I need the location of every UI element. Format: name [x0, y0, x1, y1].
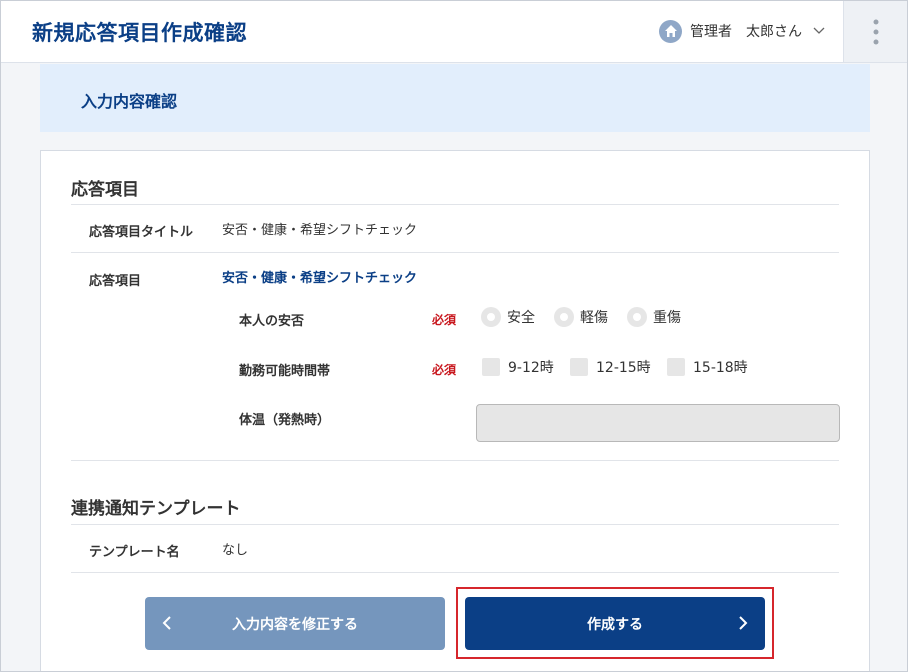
- question-label: 勤務可能時間帯: [239, 364, 331, 379]
- template-section-heading: 連携通知テンプレート: [71, 499, 241, 519]
- checkbox-option[interactable]: 12-15時: [570, 357, 651, 377]
- radio-button[interactable]: [554, 307, 574, 327]
- checkbox-option-label: 15-18時: [693, 360, 748, 376]
- radio-option-label: 重傷: [653, 310, 681, 326]
- radio-option[interactable]: 重傷: [627, 307, 681, 327]
- kebab-menu-icon[interactable]: [843, 1, 907, 62]
- template-name-label: テンプレート名: [89, 545, 180, 560]
- response-section-heading: 応答項目: [71, 180, 139, 200]
- divider: [71, 252, 839, 253]
- radio-button[interactable]: [627, 307, 647, 327]
- response-items-label: 応答項目: [89, 274, 142, 289]
- question-label: 体温（発熱時）: [239, 413, 331, 428]
- chevron-right-icon: [733, 614, 751, 632]
- user-role: 管理者: [690, 24, 732, 40]
- checkbox-option-label: 9-12時: [508, 360, 554, 376]
- create-button[interactable]: 作成する: [465, 597, 765, 650]
- chevron-left-icon: [159, 614, 177, 632]
- radio-option[interactable]: 安全: [481, 307, 535, 327]
- divider: [71, 204, 839, 205]
- header: 新規応答項目作成確認 管理者 太郎さん: [1, 1, 907, 63]
- section-banner: 入力内容確認: [40, 64, 870, 132]
- divider: [71, 524, 839, 525]
- divider: [71, 460, 839, 461]
- checkbox-option[interactable]: 15-18時: [667, 357, 748, 377]
- divider: [71, 572, 839, 573]
- checkbox[interactable]: [482, 358, 500, 376]
- user-menu[interactable]: 管理者 太郎さん: [659, 18, 826, 44]
- edit-input-button-label: 入力内容を修正する: [232, 616, 358, 633]
- radio-option-label: 軽傷: [580, 310, 608, 326]
- radio-option-label: 安全: [507, 310, 535, 326]
- template-name-value: なし: [222, 543, 249, 558]
- temperature-input[interactable]: [476, 404, 840, 442]
- checkbox[interactable]: [570, 358, 588, 376]
- chevron-down-icon[interactable]: [812, 24, 826, 38]
- edit-input-button[interactable]: 入力内容を修正する: [145, 597, 445, 650]
- checkbox-option[interactable]: 9-12時: [482, 357, 554, 377]
- response-title-value: 安否・健康・希望シフトチェック: [222, 223, 418, 238]
- radio-option[interactable]: 軽傷: [554, 307, 608, 327]
- page-title: 新規応答項目作成確認: [32, 21, 247, 45]
- required-badge: 必須: [432, 363, 457, 377]
- create-button-label: 作成する: [587, 616, 643, 633]
- app-window: 新規応答項目作成確認 管理者 太郎さん 入力内容確認 応答項目 応答項目タイトル…: [0, 0, 908, 672]
- question-label: 本人の安否: [239, 314, 305, 329]
- banner-title: 入力内容確認: [81, 92, 178, 111]
- checkbox-option-label: 12-15時: [596, 360, 651, 376]
- user-name: 太郎さん: [746, 24, 802, 40]
- home-icon[interactable]: [659, 19, 682, 43]
- radio-button[interactable]: [481, 307, 501, 327]
- checkbox[interactable]: [667, 358, 685, 376]
- response-title-label: 応答項目タイトル: [89, 225, 194, 240]
- required-badge: 必須: [432, 313, 457, 327]
- response-items-value: 安否・健康・希望シフトチェック: [222, 271, 418, 286]
